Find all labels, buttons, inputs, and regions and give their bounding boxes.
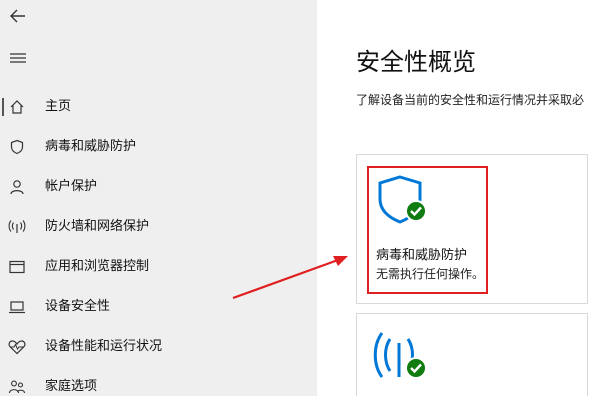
sidebar-item-label: 设备性能和运行状况	[45, 339, 163, 354]
hamburger-icon	[10, 53, 26, 63]
shield-icon	[8, 138, 26, 156]
sidebar-item-app-browser-control[interactable]: 应用和浏览器控制	[0, 249, 317, 285]
firewall-antenna-check-icon	[373, 331, 429, 381]
sidebar: 主页 病毒和威胁防护 帐户保护 防火墙和网络保护 应用和浏览器控制 设备安全性	[0, 0, 317, 396]
sidebar-item-label: 帐户保护	[45, 179, 98, 194]
sidebar-item-label: 主页	[45, 99, 72, 114]
sidebar-item-family-options[interactable]: 家庭选项	[0, 369, 317, 396]
laptop-icon	[8, 298, 26, 316]
browser-window-icon	[8, 258, 26, 276]
heart-pulse-icon	[8, 338, 26, 356]
home-icon	[8, 98, 26, 116]
sidebar-item-label: 病毒和威胁防护	[45, 139, 137, 154]
page-subtitle: 了解设备当前的安全性和运行情况并采取必	[356, 93, 585, 107]
sidebar-item-device-performance[interactable]: 设备性能和运行状况	[0, 329, 317, 365]
active-indicator	[2, 98, 4, 116]
sidebar-item-label: 设备安全性	[45, 299, 111, 314]
highlight-box	[367, 166, 488, 294]
sidebar-item-device-security[interactable]: 设备安全性	[0, 289, 317, 325]
family-icon	[8, 378, 26, 396]
sidebar-item-label: 应用和浏览器控制	[45, 259, 150, 274]
sidebar-item-label: 家庭选项	[45, 379, 98, 394]
sidebar-item-virus-protection[interactable]: 病毒和威胁防护	[0, 129, 317, 165]
sidebar-item-firewall[interactable]: 防火墙和网络保护	[0, 209, 317, 245]
page-title: 安全性概览	[356, 48, 476, 76]
back-button[interactable]	[6, 4, 30, 28]
wifi-antenna-icon	[8, 218, 26, 236]
person-icon	[8, 178, 26, 196]
back-arrow-icon	[10, 9, 25, 23]
sidebar-item-home[interactable]: 主页	[0, 89, 317, 125]
sidebar-item-label: 防火墙和网络保护	[45, 219, 150, 234]
hamburger-menu-button[interactable]	[6, 46, 30, 70]
sidebar-item-account-protection[interactable]: 帐户保护	[0, 169, 317, 205]
